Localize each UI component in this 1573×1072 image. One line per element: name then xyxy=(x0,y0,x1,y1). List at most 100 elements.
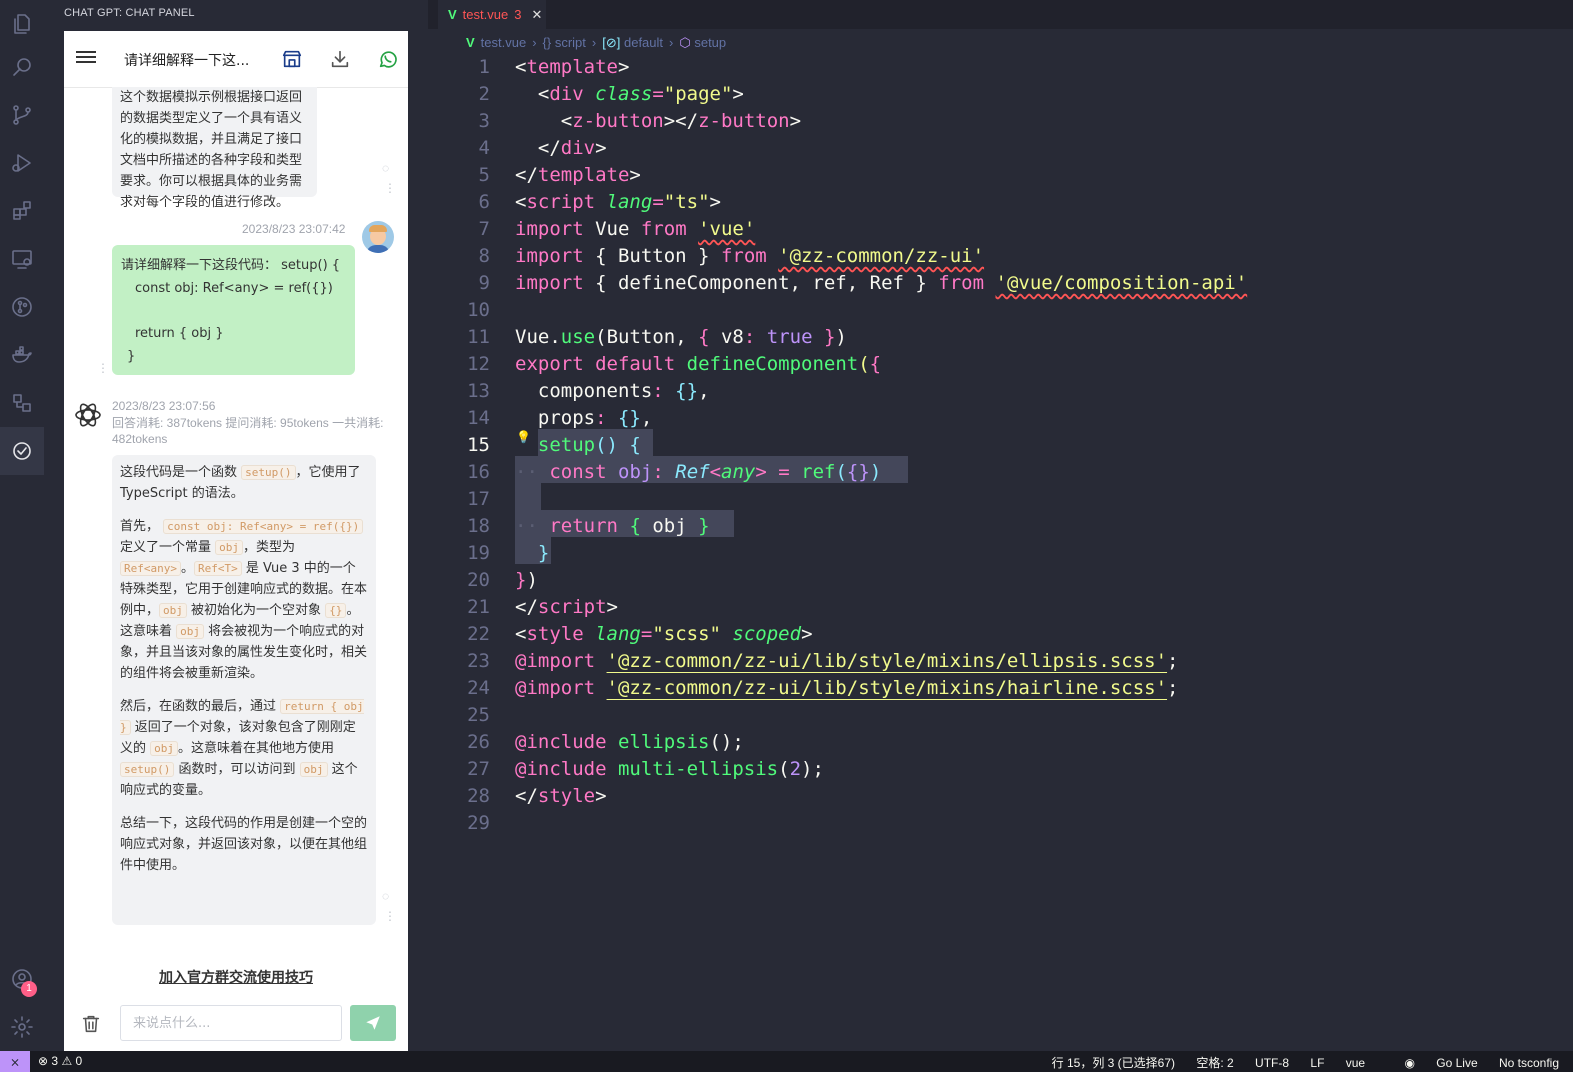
code-token: lang xyxy=(595,623,641,645)
more-options-icon[interactable]: ⋮ xyxy=(97,361,109,375)
search-icon[interactable] xyxy=(0,43,44,91)
line-number: 23 xyxy=(467,650,490,672)
code-token: { xyxy=(869,353,882,375)
code-line: <div class="page"> xyxy=(515,81,744,108)
line-number: 11 xyxy=(467,326,490,348)
tsconfig-status[interactable]: No tsconfig xyxy=(1499,1056,1559,1070)
whatsapp-icon[interactable] xyxy=(377,48,399,70)
user-message-line: } xyxy=(127,349,136,364)
docker-icon[interactable] xyxy=(0,331,44,379)
breadcrumb-item[interactable]: default xyxy=(624,35,663,50)
code-token: components xyxy=(537,380,653,402)
go-live-label: Go Live xyxy=(1436,1056,1478,1070)
code-token: ) xyxy=(526,569,538,591)
code-token: = xyxy=(640,623,653,645)
inline-code: setup() xyxy=(120,762,175,777)
end-of-line[interactable]: LF xyxy=(1310,1056,1324,1070)
chat-input[interactable] xyxy=(120,1005,342,1041)
extensions-icon[interactable] xyxy=(0,187,44,235)
broadcast-icon: ◉ xyxy=(1404,1056,1419,1070)
indentation[interactable]: 空格: 2 xyxy=(1196,1056,1233,1070)
line-number: 25 xyxy=(467,704,490,726)
trash-icon[interactable] xyxy=(80,1013,102,1035)
code-line: </div> xyxy=(515,135,607,162)
openai-avatar-icon xyxy=(74,401,102,429)
editor-tabs: V test.vue 3 ✕ xyxy=(428,0,1573,29)
run-debug-icon[interactable] xyxy=(0,139,44,187)
code-token: import xyxy=(515,245,584,267)
selection-highlight xyxy=(515,483,541,510)
inline-code: {} xyxy=(325,603,347,618)
refresh-icon[interactable]: ◌ xyxy=(382,889,389,903)
encoding[interactable]: UTF-8 xyxy=(1255,1056,1289,1070)
refresh-icon[interactable]: ◌ xyxy=(382,161,389,175)
code-line: ·· const obj: Ref<any> = ref({}) xyxy=(515,461,882,483)
code-token: scoped xyxy=(732,623,802,645)
explorer-icon[interactable] xyxy=(0,0,44,48)
code-token: () xyxy=(595,434,618,456)
account-icon[interactable]: 1 xyxy=(0,955,44,1003)
remote-explorer-icon[interactable] xyxy=(0,235,44,283)
code-token: @import xyxy=(515,677,596,699)
line-number: 5 xyxy=(478,164,490,186)
token-usage: 回答消耗: 387tokens 提问消耗: 95tokens 一共消耗: 482… xyxy=(112,416,384,446)
code-line: import Vue from 'vue' xyxy=(515,216,755,243)
reply-text: 。这意味着在其他地方使用 xyxy=(178,741,335,756)
breadcrumb-item[interactable]: test.vue xyxy=(481,35,527,50)
code-token: } xyxy=(812,326,836,348)
send-button[interactable] xyxy=(350,1005,396,1041)
reply-text: 函数时，可以访问到 xyxy=(178,762,296,777)
download-icon[interactable] xyxy=(329,48,351,70)
remote-indicator-icon[interactable]: ⨯ xyxy=(0,1051,30,1072)
code-token: ; xyxy=(1167,677,1179,699)
more-options-icon[interactable]: ⋮ xyxy=(384,181,396,195)
code-token: > xyxy=(801,623,813,645)
menu-icon[interactable] xyxy=(76,48,96,68)
language-mode[interactable]: vue xyxy=(1346,1056,1365,1070)
chat-header: 请详细解释一下这... xyxy=(64,31,408,88)
reply-text: 定义了一个常量 xyxy=(120,540,212,555)
join-group-link[interactable]: 加入官方群交流使用技巧 xyxy=(64,967,408,987)
send-icon xyxy=(366,1016,380,1030)
code-line: setup() { xyxy=(515,432,641,459)
code-token: > xyxy=(755,461,767,483)
line-number: 19 xyxy=(467,542,490,564)
code-editor[interactable]: Vtest.vue ›{} script › [⊘] default › ⬡ setup … xyxy=(428,29,1573,1051)
chat-panel: 请详细解释一下这... 这个数据模拟示例根据接口返回的数据类型定义了一个具有语义… xyxy=(64,31,408,1051)
inline-code: Ref<any> xyxy=(120,561,181,576)
git-graph-icon[interactable] xyxy=(0,283,44,331)
reply-text: 被初始化为一个空对象 xyxy=(191,603,322,618)
code-token: { Button } xyxy=(595,245,710,267)
go-live-button[interactable]: ◉ Go Live xyxy=(1386,1056,1477,1070)
breadcrumb-item[interactable]: {} script xyxy=(543,35,586,50)
code-token: div xyxy=(560,137,596,159)
code-token: z-button xyxy=(698,110,790,132)
structure-icon[interactable] xyxy=(0,379,44,427)
code-token: Button, xyxy=(606,326,699,348)
code-token: > xyxy=(617,56,630,78)
assistant-timestamp: 2023/8/23 23:07:56 xyxy=(112,399,216,413)
more-options-icon[interactable]: ⋮ xyxy=(384,909,396,923)
code-token: template xyxy=(526,56,618,78)
code-token: import xyxy=(515,272,584,294)
problems-indicator[interactable]: ⊗ 3 ⚠ 0 xyxy=(38,1054,82,1068)
code-token: Ref xyxy=(675,461,710,483)
code-line: Vue.use(Button, { v8: true }) xyxy=(515,324,847,351)
close-icon[interactable]: ✕ xyxy=(531,7,542,23)
store-icon[interactable] xyxy=(281,48,303,70)
code-token: Vue xyxy=(595,218,630,240)
chatgpt-panel-icon[interactable] xyxy=(0,427,44,475)
line-number: 21 xyxy=(467,596,490,618)
sidebar: CHAT GPT: CHAT PANEL 请详细解释一下这... 这个数据模拟示… xyxy=(44,0,450,1051)
settings-gear-icon[interactable] xyxy=(0,1003,44,1051)
reply-text: 。 xyxy=(180,561,194,576)
code-token: obj xyxy=(618,461,653,483)
code-token: true xyxy=(755,326,813,348)
code-token: { xyxy=(617,434,641,456)
reply-paragraph-4: 总结一下，这段代码的作用是创建一个空的响应式对象，并返回该对象，以便在其他组件中… xyxy=(120,816,368,873)
breadcrumb-item[interactable]: setup xyxy=(694,35,726,50)
tab-test-vue[interactable]: V test.vue 3 ✕ xyxy=(438,0,546,29)
source-control-icon[interactable] xyxy=(0,91,44,139)
cursor-position[interactable]: 行 15，列 3 (已选择67) xyxy=(1052,1056,1175,1070)
code-token: template xyxy=(537,164,630,186)
